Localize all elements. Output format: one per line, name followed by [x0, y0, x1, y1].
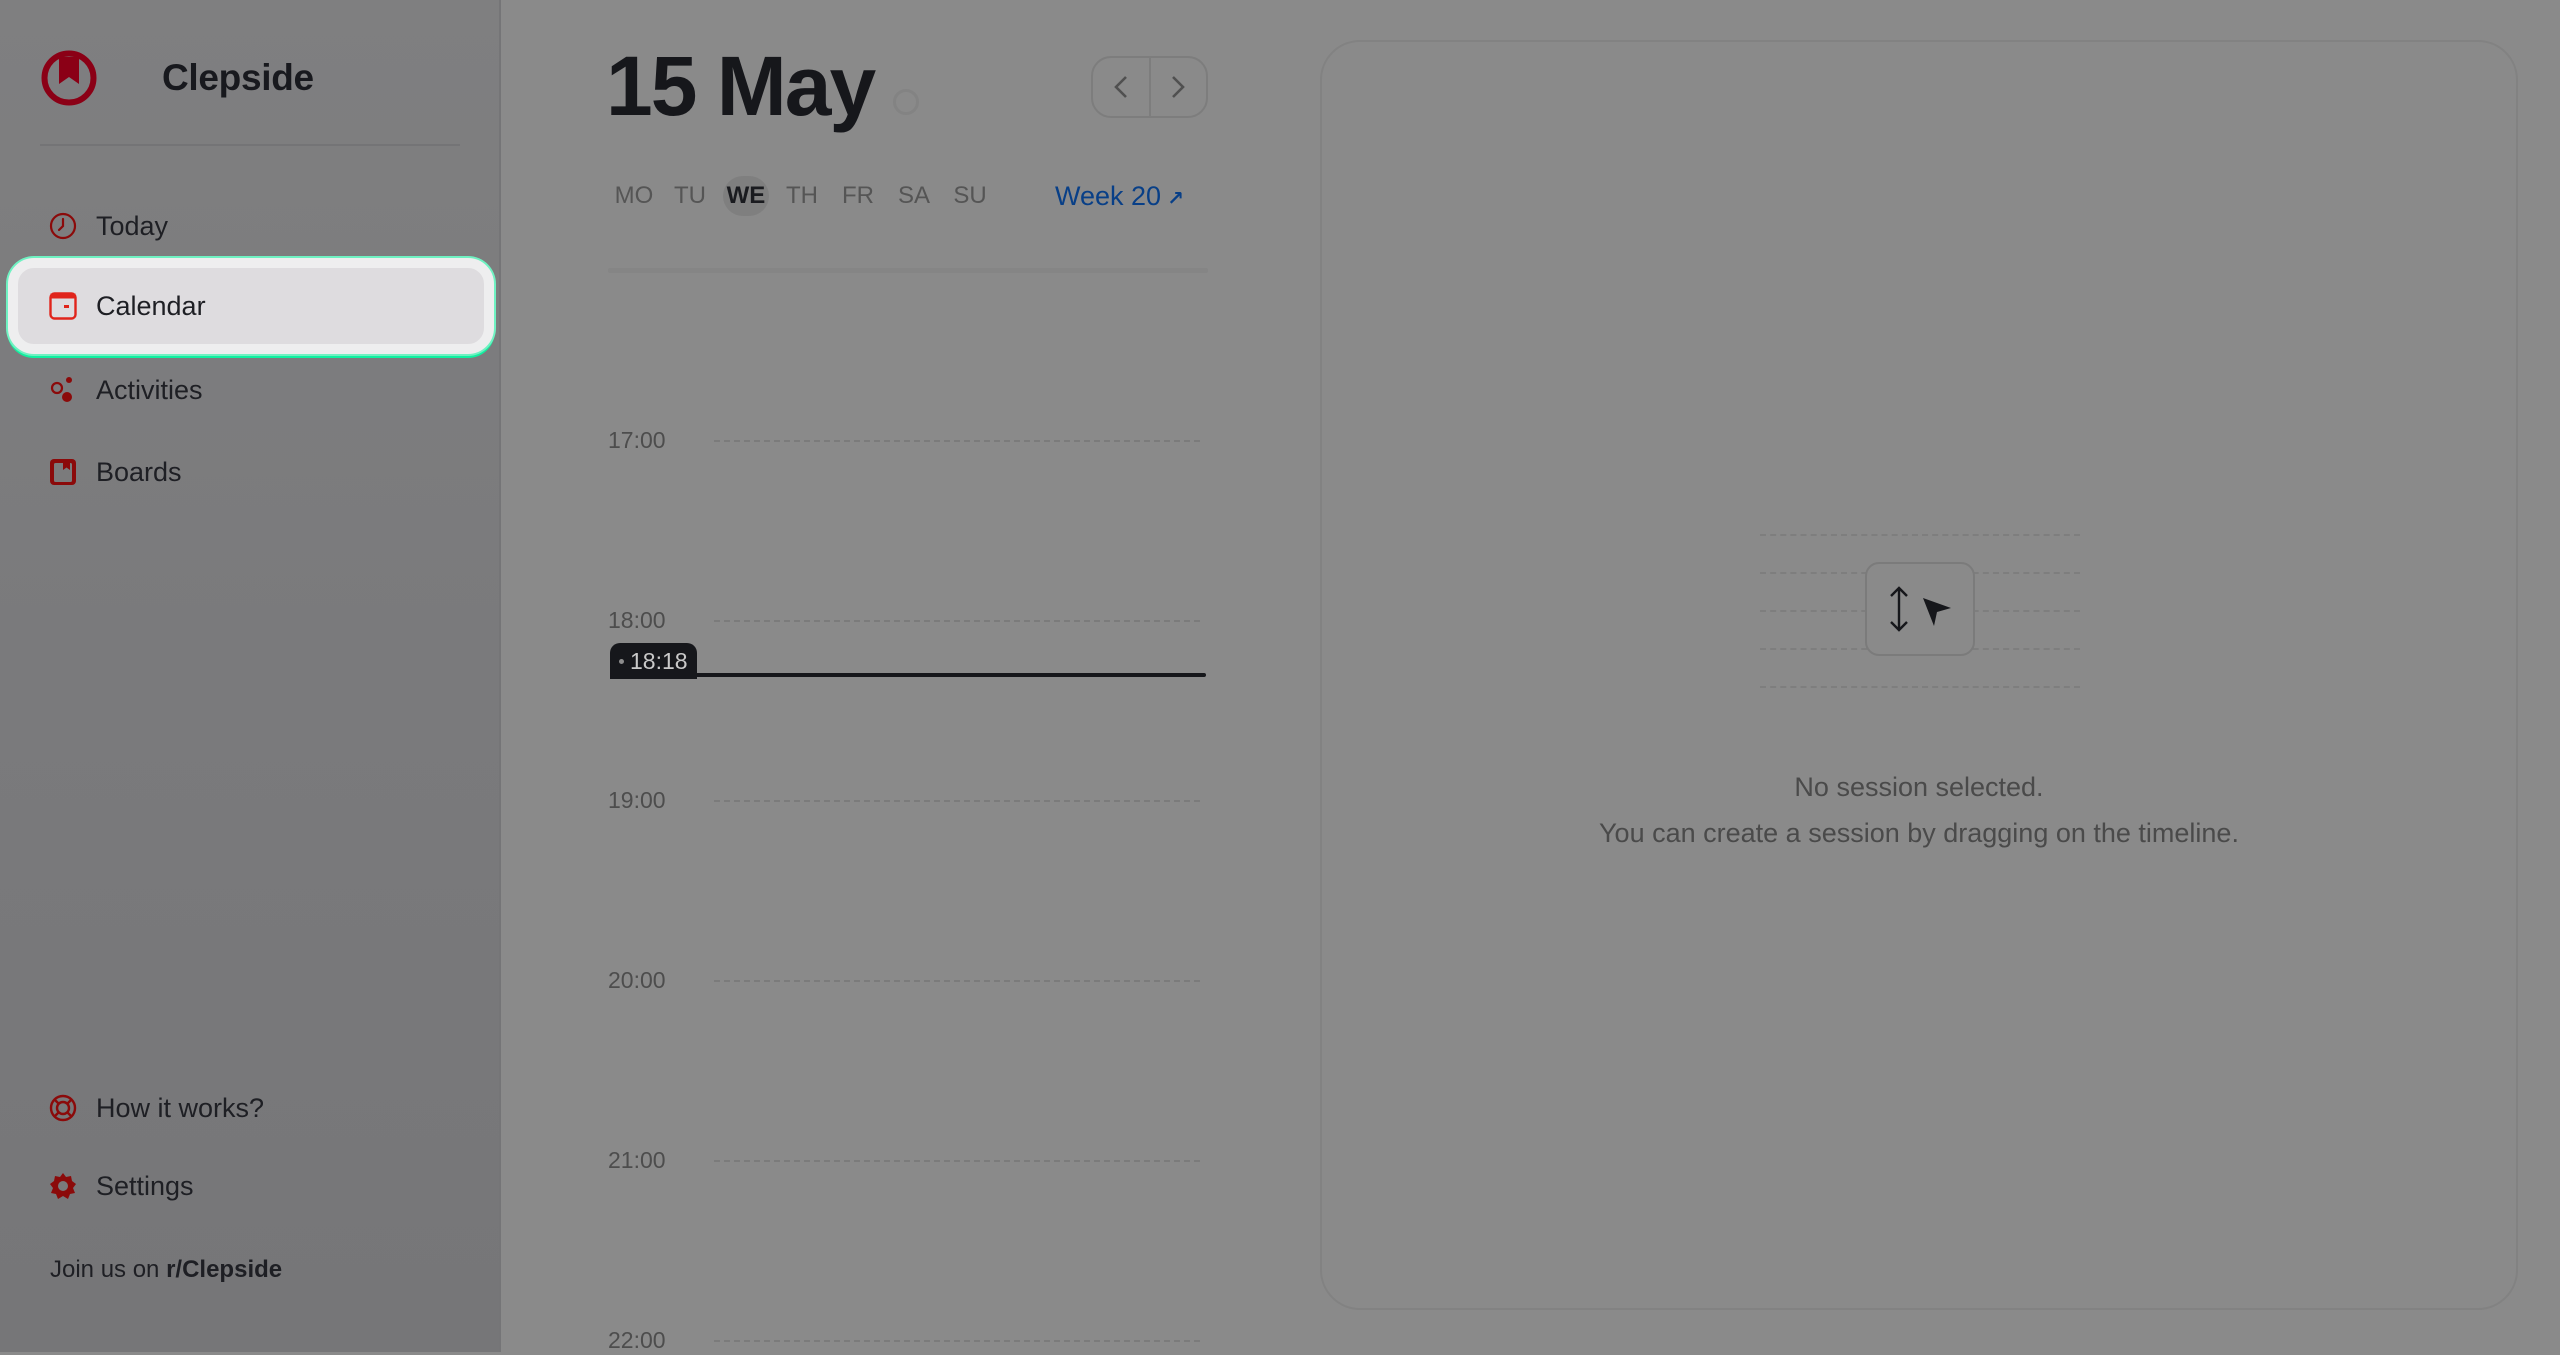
weekday-th[interactable]: TH: [774, 176, 830, 216]
hour-gridline: [714, 800, 1200, 802]
hour-label: 22:00: [608, 1327, 666, 1353]
empty-state-subtitle: You can create a session by dragging on …: [1599, 818, 2239, 848]
next-day-button[interactable]: [1148, 58, 1207, 116]
board-icon: [48, 457, 78, 487]
previous-day-button[interactable]: [1093, 58, 1149, 116]
activities-icon: [48, 375, 78, 405]
week-link[interactable]: Week 20 ↗: [1055, 176, 1184, 216]
sidebar-item-label: Calendar: [96, 290, 206, 321]
session-detail-panel: No session selected. You can create a se…: [1320, 40, 2518, 1310]
page-title: 15 May: [606, 39, 876, 133]
hour-row: 19:00: [606, 785, 1206, 815]
illustration-gridline: [1760, 686, 2080, 688]
sidebar-item-label: How it works?: [96, 1092, 265, 1123]
loading-spinner-icon: [893, 89, 919, 115]
weekday-su[interactable]: SU: [942, 176, 998, 216]
hour-row: 21:00: [606, 1145, 1206, 1175]
arrow-up-right-icon: ↗: [1167, 188, 1184, 210]
join-prefix: Join us on: [50, 1256, 160, 1283]
hour-row: 20:00: [606, 965, 1206, 995]
hour-row: 18:00: [606, 605, 1206, 635]
hour-label: 17:00: [608, 427, 666, 453]
sidebar-item-settings[interactable]: Settings: [8, 1146, 494, 1226]
gear-icon: [48, 1171, 78, 1201]
week-link-label: Week 20: [1055, 181, 1162, 211]
weekday-we[interactable]: WE: [723, 176, 769, 216]
weekday-mo[interactable]: MO: [606, 176, 662, 216]
clock-icon: [48, 211, 78, 241]
hour-gridline: [714, 980, 1200, 982]
day-navigation: [1091, 56, 1208, 118]
empty-state-title: No session selected.: [1794, 772, 2044, 802]
lifebuoy-icon: [48, 1093, 78, 1123]
hour-label: 19:00: [608, 787, 666, 813]
sidebar-item-label: Today: [96, 210, 169, 241]
weekday-selector: MO TU WE TH FR SA SU: [606, 176, 998, 216]
sidebar-item-label: Boards: [96, 456, 182, 487]
reddit-link[interactable]: r/Clepside: [166, 1256, 282, 1283]
weekday-fr[interactable]: FR: [830, 176, 886, 216]
sidebar-item-calendar[interactable]: Calendar: [8, 258, 494, 354]
header-divider: [608, 268, 1208, 273]
sidebar-item-how-it-works[interactable]: How it works?: [8, 1068, 494, 1148]
hour-label: 21:00: [608, 1147, 666, 1173]
sidebar-item-label: Settings: [96, 1170, 194, 1201]
day-timeline[interactable]: 17:00 18:00 18:18 19:00 20:00 21:00 22:0…: [606, 300, 1206, 1355]
hour-row: 22:00: [606, 1325, 1206, 1355]
illustration-gridline: [1760, 534, 2080, 536]
community-link[interactable]: Join us on r/Clepside: [50, 1256, 282, 1284]
hour-gridline: [714, 1340, 1200, 1342]
clepside-logo-icon: [41, 50, 97, 106]
drag-hint-box: [1865, 562, 1975, 656]
sidebar-item-boards[interactable]: Boards: [8, 432, 494, 512]
hour-label: 20:00: [608, 967, 666, 993]
brand[interactable]: Clepside: [40, 49, 314, 107]
cursor-pointer-icon: [1923, 598, 1951, 626]
hour-gridline: [714, 620, 1200, 622]
sidebar-divider: [40, 144, 460, 146]
current-time-line: [610, 673, 1206, 677]
vertical-resize-icon: [1890, 586, 1908, 632]
weekday-sa[interactable]: SA: [886, 176, 942, 216]
chevron-left-icon: [1113, 76, 1127, 98]
hour-gridline: [714, 440, 1200, 442]
calendar-icon: [48, 291, 78, 321]
hour-label: 18:00: [608, 607, 666, 633]
hour-gridline: [714, 1160, 1200, 1162]
sidebar: Clepside Today Calendar Activities Board…: [0, 0, 501, 1352]
chevron-right-icon: [1172, 76, 1186, 98]
sidebar-item-activities[interactable]: Activities: [8, 350, 494, 430]
app-name: Clepside: [162, 57, 314, 98]
hour-row: 17:00: [606, 425, 1206, 455]
sidebar-item-label: Activities: [96, 374, 203, 405]
empty-state-illustration: [1760, 532, 2080, 692]
weekday-tu[interactable]: TU: [662, 176, 718, 216]
sidebar-item-today[interactable]: Today: [8, 186, 494, 266]
